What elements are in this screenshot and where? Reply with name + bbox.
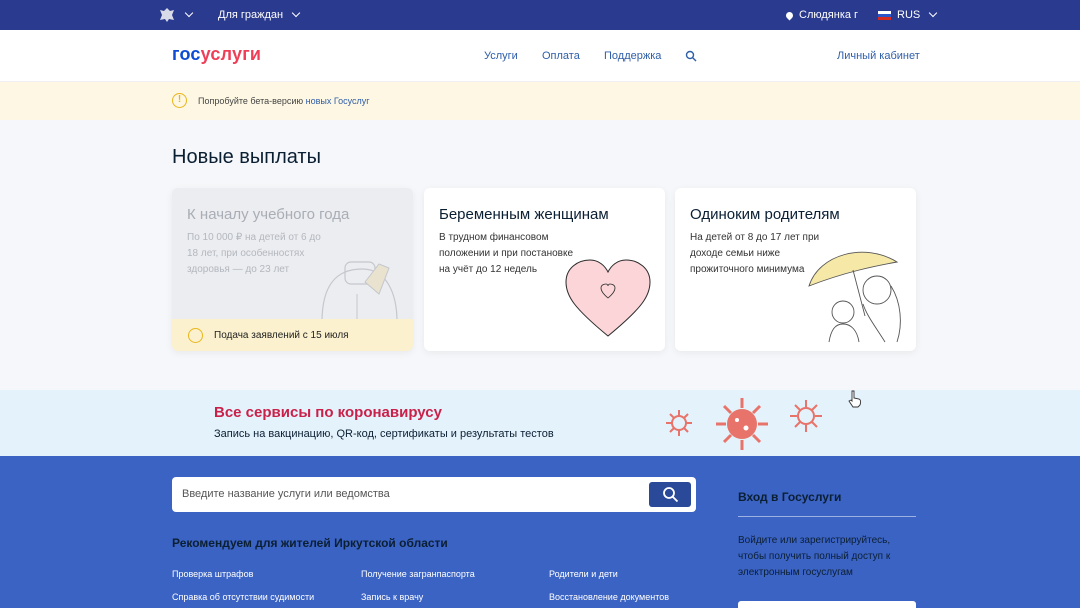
card-title: Беременным женщинам (439, 206, 609, 223)
login-button[interactable] (738, 601, 916, 615)
location-pin-icon (784, 10, 795, 20)
warning-icon: ! (172, 93, 187, 108)
card-description: По 10 000 ₽ на детей от 6 до 18 лет, при… (187, 232, 321, 275)
card-title: К началу учебного года (187, 206, 350, 223)
search-input[interactable]: Введите название услуги или ведомства (182, 488, 390, 500)
heart-illustration (565, 259, 651, 337)
payment-card-pregnant[interactable]: Беременным женщинам В трудном финансовом… (424, 188, 665, 351)
chevron-down-icon (928, 8, 938, 18)
recommend-link[interactable]: Родители и дети (549, 569, 618, 579)
nav-services[interactable]: Услуги (484, 30, 518, 82)
recommend-link[interactable]: Запись к врачу (361, 592, 423, 602)
audience-selector[interactable]: Для граждан (218, 0, 301, 30)
parent-umbrella-illustration (808, 251, 901, 343)
nav-payment[interactable]: Оплата (542, 30, 580, 82)
virus-icon (666, 410, 692, 436)
backpack-illustration (321, 261, 398, 323)
location-label: Слюдянка г (799, 9, 859, 21)
covid-title: Все сервисы по коронавирусу (214, 404, 442, 421)
logo-part-gos: гос (172, 44, 201, 64)
chevron-down-icon (184, 8, 194, 18)
beta-text-wrap: Попробуйте бета-версию новых Госуслуг (198, 96, 370, 106)
personal-cabinet-link[interactable]: Личный кабинет (837, 30, 920, 82)
login-divider (738, 516, 916, 517)
chevron-down-icon (291, 8, 301, 18)
clock-icon (188, 328, 203, 343)
beta-link[interactable]: новых Госуслуг (306, 96, 370, 106)
location-selector[interactable]: Слюдянка г (784, 0, 859, 30)
top-bar: Для граждан Слюдянка г RUS (0, 0, 1080, 30)
site-header: госуслуги Услуги Оплата Поддержка Личный… (0, 30, 1080, 82)
language-selector[interactable]: RUS (878, 0, 938, 30)
cursor-hand-icon (848, 390, 862, 408)
payment-card-single-parents[interactable]: Одиноким родителям На детей от 8 до 17 л… (675, 188, 916, 351)
search-icon (663, 487, 679, 503)
recommend-title: Рекомендуем для жителей Иркутской област… (172, 536, 448, 550)
logo-part-uslugi: услуги (200, 44, 262, 64)
beta-banner (0, 82, 1080, 120)
login-text: Войдите или зарегистрируйтесь, чтобы пол… (738, 535, 891, 578)
russia-flag-icon (878, 10, 891, 20)
beta-text: Попробуйте бета-версию (198, 96, 304, 106)
language-label: RUS (897, 9, 921, 21)
recommend-link[interactable]: Справка об отсутствии судимости (172, 592, 314, 602)
card-footer: Подача заявлений с 15 июля (172, 319, 413, 351)
covid-subtitle: Запись на вакцинацию, QR-код, сертификат… (214, 428, 554, 440)
audience-label: Для граждан (218, 9, 284, 21)
gosuslugi-logo[interactable]: госуслуги (172, 44, 261, 65)
search-button[interactable] (649, 482, 691, 507)
card-footer-text: Подача заявлений с 15 июля (214, 329, 349, 341)
recommend-link[interactable]: Получение загранпаспорта (361, 569, 475, 579)
login-title: Вход в Госуслуги (738, 490, 842, 504)
card-title: Одиноким родителям (690, 206, 840, 223)
recommend-link[interactable]: Восстановление документов (549, 592, 669, 602)
payment-card-school[interactable]: К началу учебного года По 10 000 ₽ на де… (172, 188, 413, 351)
payments-title: Новые выплаты (172, 146, 321, 168)
emblem-menu[interactable] (158, 0, 194, 30)
nav-support[interactable]: Поддержка (604, 30, 661, 82)
search-icon[interactable] (685, 30, 697, 82)
service-search[interactable]: Введите название услуги или ведомства (172, 477, 696, 512)
covid-banner[interactable]: Все сервисы по коронавирусу Запись на ва… (0, 390, 1080, 456)
coat-of-arms-icon (160, 8, 174, 22)
virus-icon (716, 398, 768, 450)
virus-icon (790, 400, 822, 432)
recommend-link[interactable]: Проверка штрафов (172, 569, 253, 579)
card-description: В трудном финансовом положении и при пос… (439, 232, 574, 275)
